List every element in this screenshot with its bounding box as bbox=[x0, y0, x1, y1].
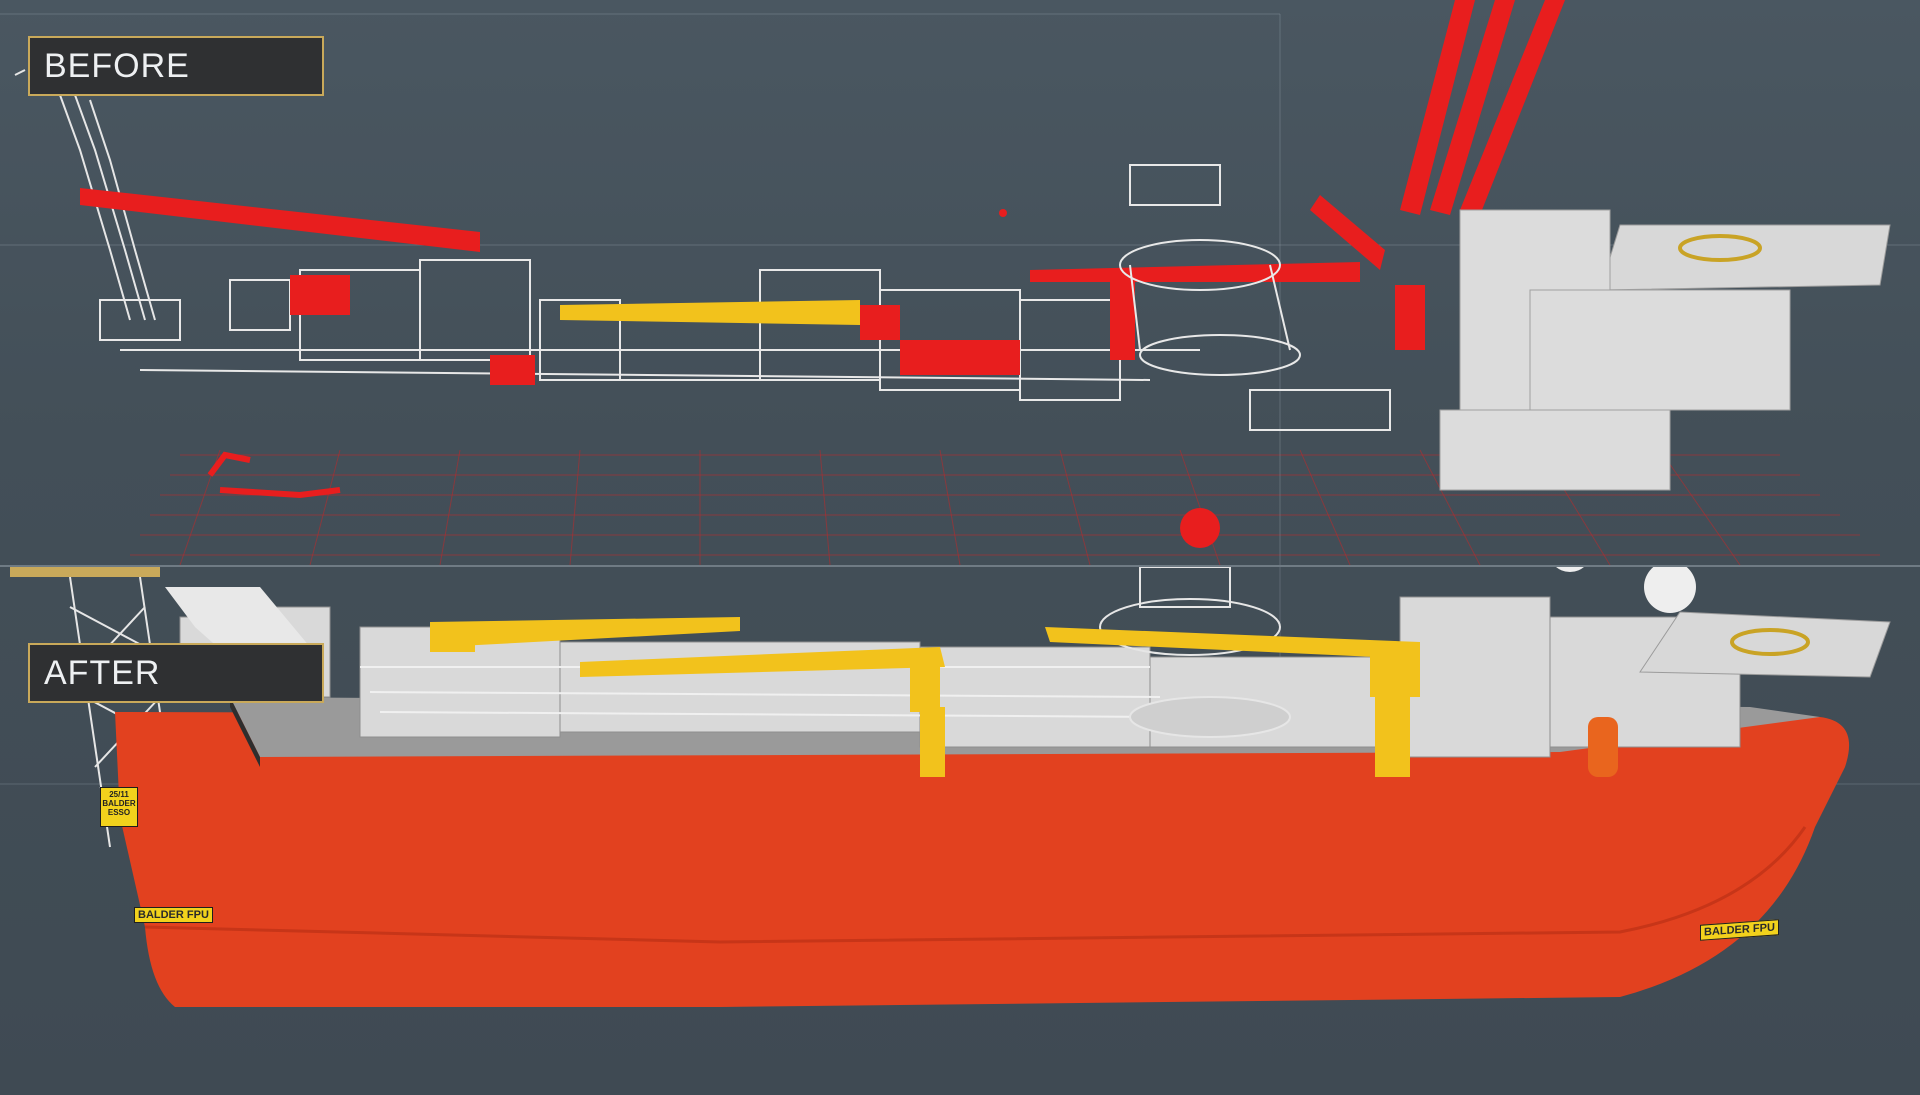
radome-left bbox=[1556, 567, 1584, 572]
after-label: AFTER bbox=[28, 643, 324, 703]
process-equipment bbox=[179, 596, 1741, 758]
red-crane-boom-right bbox=[1030, 262, 1360, 282]
helideck bbox=[1639, 611, 1891, 678]
before-panel: BEFORE bbox=[0, 0, 1920, 565]
radome-right bbox=[1644, 567, 1696, 613]
hull-name-front: BALDER FPU bbox=[134, 907, 213, 923]
comparison-stage: BEFORE AFTER 25/11 BALDER ESSO BALDER FP… bbox=[0, 0, 1920, 1095]
after-panel: AFTER 25/11 BALDER ESSO BALDER FPU BALDE… bbox=[0, 567, 1920, 1095]
before-label: BEFORE bbox=[28, 36, 324, 96]
yellow-crane-boom bbox=[560, 300, 860, 325]
red-crane-boom-left bbox=[80, 188, 480, 252]
lifeboat bbox=[1588, 717, 1618, 777]
hull-sign: 25/11 BALDER ESSO bbox=[100, 787, 138, 827]
